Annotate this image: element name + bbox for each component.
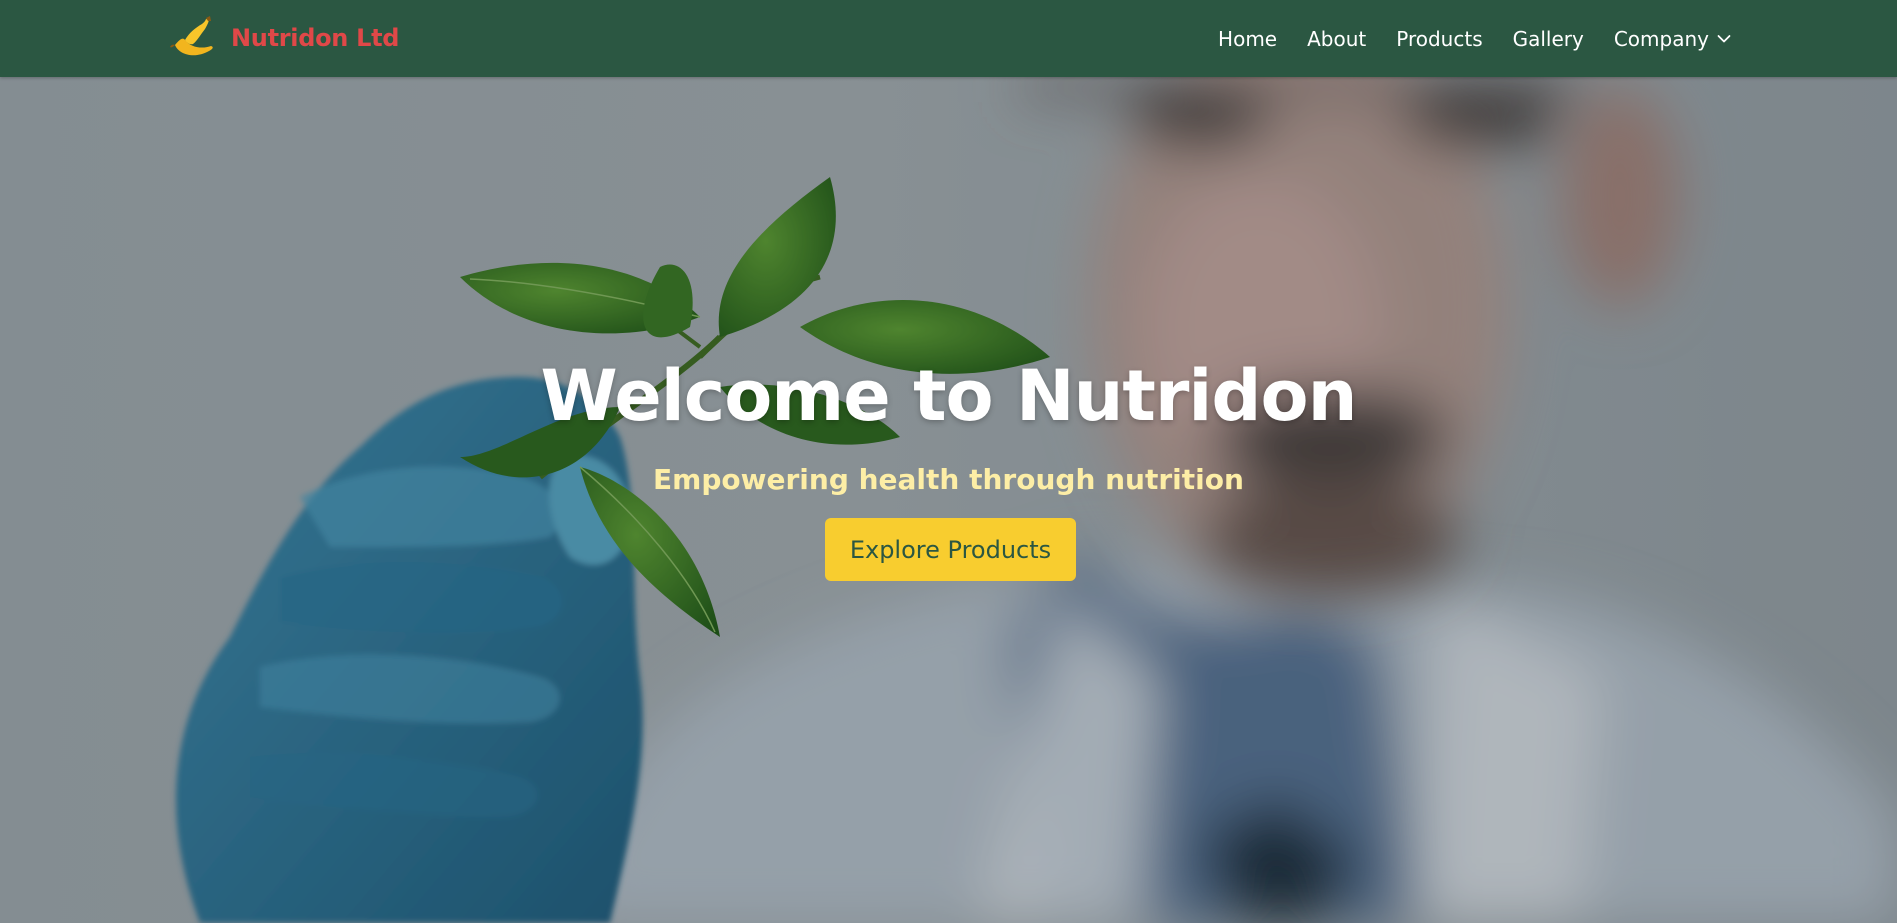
nav-item-company: Company xyxy=(1614,27,1731,51)
nav-link-products[interactable]: Products xyxy=(1396,27,1482,51)
nav-link-home[interactable]: Home xyxy=(1218,27,1277,51)
nav-link-gallery[interactable]: Gallery xyxy=(1513,27,1584,51)
nav-item-home: Home xyxy=(1218,27,1277,51)
brand-link[interactable]: Nutridon Ltd xyxy=(169,15,399,61)
chevron-down-icon xyxy=(1717,34,1731,42)
nav-menu: Home About Products Gallery Company xyxy=(1218,0,1731,77)
nav-dropdown-company[interactable]: Company xyxy=(1614,27,1731,51)
nav-link-about[interactable]: About xyxy=(1307,27,1366,51)
brand-name: Nutridon Ltd xyxy=(231,24,400,52)
hero-overlay xyxy=(0,77,1897,923)
nav-item-products: Products xyxy=(1396,27,1482,51)
banana-icon xyxy=(170,16,213,56)
hero-section: Welcome to Nutridon Empowering health th… xyxy=(0,77,1897,923)
navbar: Nutridon Ltd Home About Products Gallery… xyxy=(0,0,1897,77)
page: Nutridon Ltd Home About Products Gallery… xyxy=(0,0,1897,923)
explore-products-button[interactable]: Explore Products xyxy=(825,518,1076,581)
nav-item-gallery: Gallery xyxy=(1513,27,1584,51)
nav-link-company-label: Company xyxy=(1613,26,1709,51)
nav-item-about: About xyxy=(1307,27,1366,51)
